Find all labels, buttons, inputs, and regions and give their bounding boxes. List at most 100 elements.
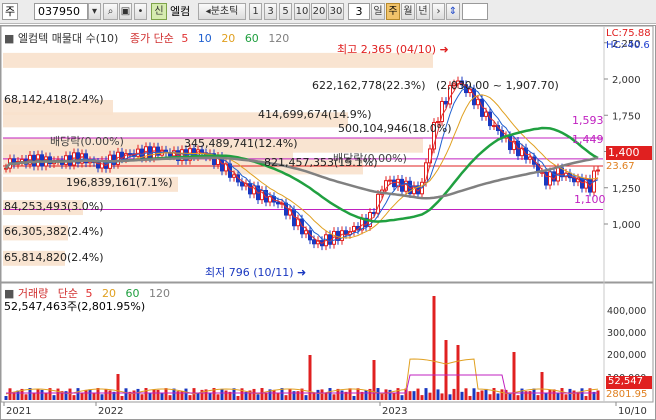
- candle-body: [240, 181, 244, 187]
- candle-body: [444, 100, 448, 105]
- volume-bar: [36, 389, 40, 400]
- volume-bar: [452, 388, 456, 400]
- volume-bar: [428, 392, 432, 400]
- date-tick-label: 2021: [6, 406, 31, 417]
- volume-bar: [256, 394, 260, 400]
- volume-bar: [420, 395, 424, 400]
- date-tick-label: 2022: [98, 406, 123, 417]
- volume-bar: [540, 372, 544, 400]
- volume-bar: [40, 389, 44, 400]
- volume-bar: [548, 389, 552, 400]
- date-tick-label: 2023: [382, 406, 407, 417]
- candle-body: [248, 183, 252, 195]
- candle-body: [508, 135, 512, 151]
- price-tick-label: 1,250: [612, 184, 641, 195]
- volume-bar: [232, 388, 236, 400]
- candle-body: [388, 179, 392, 182]
- volume-bar: [560, 388, 564, 400]
- profile-label-3: 414,699,674(14.9%): [258, 108, 372, 121]
- volume-bar: [352, 395, 356, 400]
- volume-bar: [72, 395, 76, 400]
- low-arrow-icon: ➜: [297, 266, 307, 279]
- volume-bar: [596, 390, 600, 400]
- volume-bar: [236, 395, 240, 400]
- volume-bar: [484, 388, 488, 400]
- candle-body: [548, 171, 552, 186]
- volume-bar: [372, 360, 376, 400]
- volume-bar: [516, 395, 520, 400]
- volume-bar: [264, 393, 268, 400]
- price-tick-label: 1,750: [612, 111, 641, 122]
- sub-value: 23.67: [606, 161, 635, 172]
- range-annotation: (2,030.00 ~ 1,907.70): [436, 79, 559, 92]
- volume-bar: [496, 393, 500, 400]
- volume-bar: [92, 393, 96, 400]
- marker-1100: 1,100: [574, 193, 606, 206]
- price-tick-label: 2,000: [612, 75, 641, 86]
- volume-bar: [448, 394, 452, 400]
- dividend-annotation-1: 배당락(0.00%): [50, 135, 124, 148]
- candle-body: [292, 209, 296, 227]
- volume-bar: [432, 296, 436, 400]
- volume-bar: [116, 374, 120, 400]
- volume-bar: [396, 388, 400, 400]
- volume-bar: [120, 395, 124, 400]
- volume-bar: [388, 389, 392, 400]
- volume-bar: [400, 395, 404, 400]
- volume-bar: [188, 395, 192, 400]
- volume-bar: [392, 392, 396, 400]
- profile-label-5: 345,489,741(12.4%): [184, 137, 298, 150]
- candle-body: [328, 234, 332, 245]
- volume-bar: [180, 391, 184, 400]
- volume-bar: [460, 391, 464, 400]
- candle-body: [596, 169, 600, 172]
- volume-bar: [252, 388, 256, 400]
- volume-bar: [444, 340, 448, 400]
- ma60-label: 60: [244, 32, 259, 45]
- legend-icon: ■: [4, 32, 15, 45]
- volume-bar: [144, 388, 148, 400]
- high-arrow-icon: ➜: [439, 43, 449, 56]
- date-tick-label: 10/10: [618, 406, 647, 417]
- volume-bar: [84, 389, 88, 400]
- volume-bar: [424, 388, 428, 400]
- volume-bar: [408, 391, 412, 400]
- volume-bar: [184, 388, 188, 400]
- volume-bar: [584, 395, 588, 400]
- volume-bar: [44, 392, 48, 400]
- current-price-tag: 1,400: [606, 146, 652, 160]
- candle-body: [392, 179, 396, 188]
- volume-sub-value: 2801.95: [606, 389, 648, 400]
- volume-bar: [68, 388, 72, 400]
- volume-bar: [500, 389, 504, 400]
- volume-tick-label: 400,000: [607, 306, 646, 317]
- volume-bar: [208, 393, 212, 400]
- volume-bar: [16, 390, 20, 400]
- volume-bar: [96, 388, 100, 400]
- low-annotation: 최저 796 (10/11) ➜: [205, 264, 306, 280]
- volume-bar: [288, 388, 292, 400]
- volume-bar: [476, 391, 480, 400]
- volume-bar: [356, 388, 360, 400]
- candle-body: [312, 239, 316, 245]
- volume-bar: [580, 388, 584, 400]
- marker-1449: 1,449: [572, 133, 604, 146]
- volume-bar: [136, 388, 140, 400]
- volume-bar: [552, 389, 556, 400]
- volume-bar: [440, 393, 444, 400]
- volume-bar: [328, 388, 332, 400]
- volume-bar: [416, 388, 420, 400]
- volume-bar: [332, 394, 336, 400]
- volume-bar: [152, 389, 156, 400]
- candle-body: [304, 230, 308, 235]
- candle-body: [276, 201, 280, 205]
- volume-bar: [168, 395, 172, 400]
- volume-bar: [296, 391, 300, 400]
- volume-bar: [216, 394, 220, 400]
- volume-bar: [64, 391, 68, 400]
- profile-label-9: 66,305,382(2.4%): [4, 225, 104, 238]
- marker-1593: 1,593: [572, 114, 604, 127]
- profile-label-10: 65,814,820(2.4%): [4, 251, 104, 264]
- volume-bar: [380, 393, 384, 400]
- volume-bar: [316, 389, 320, 400]
